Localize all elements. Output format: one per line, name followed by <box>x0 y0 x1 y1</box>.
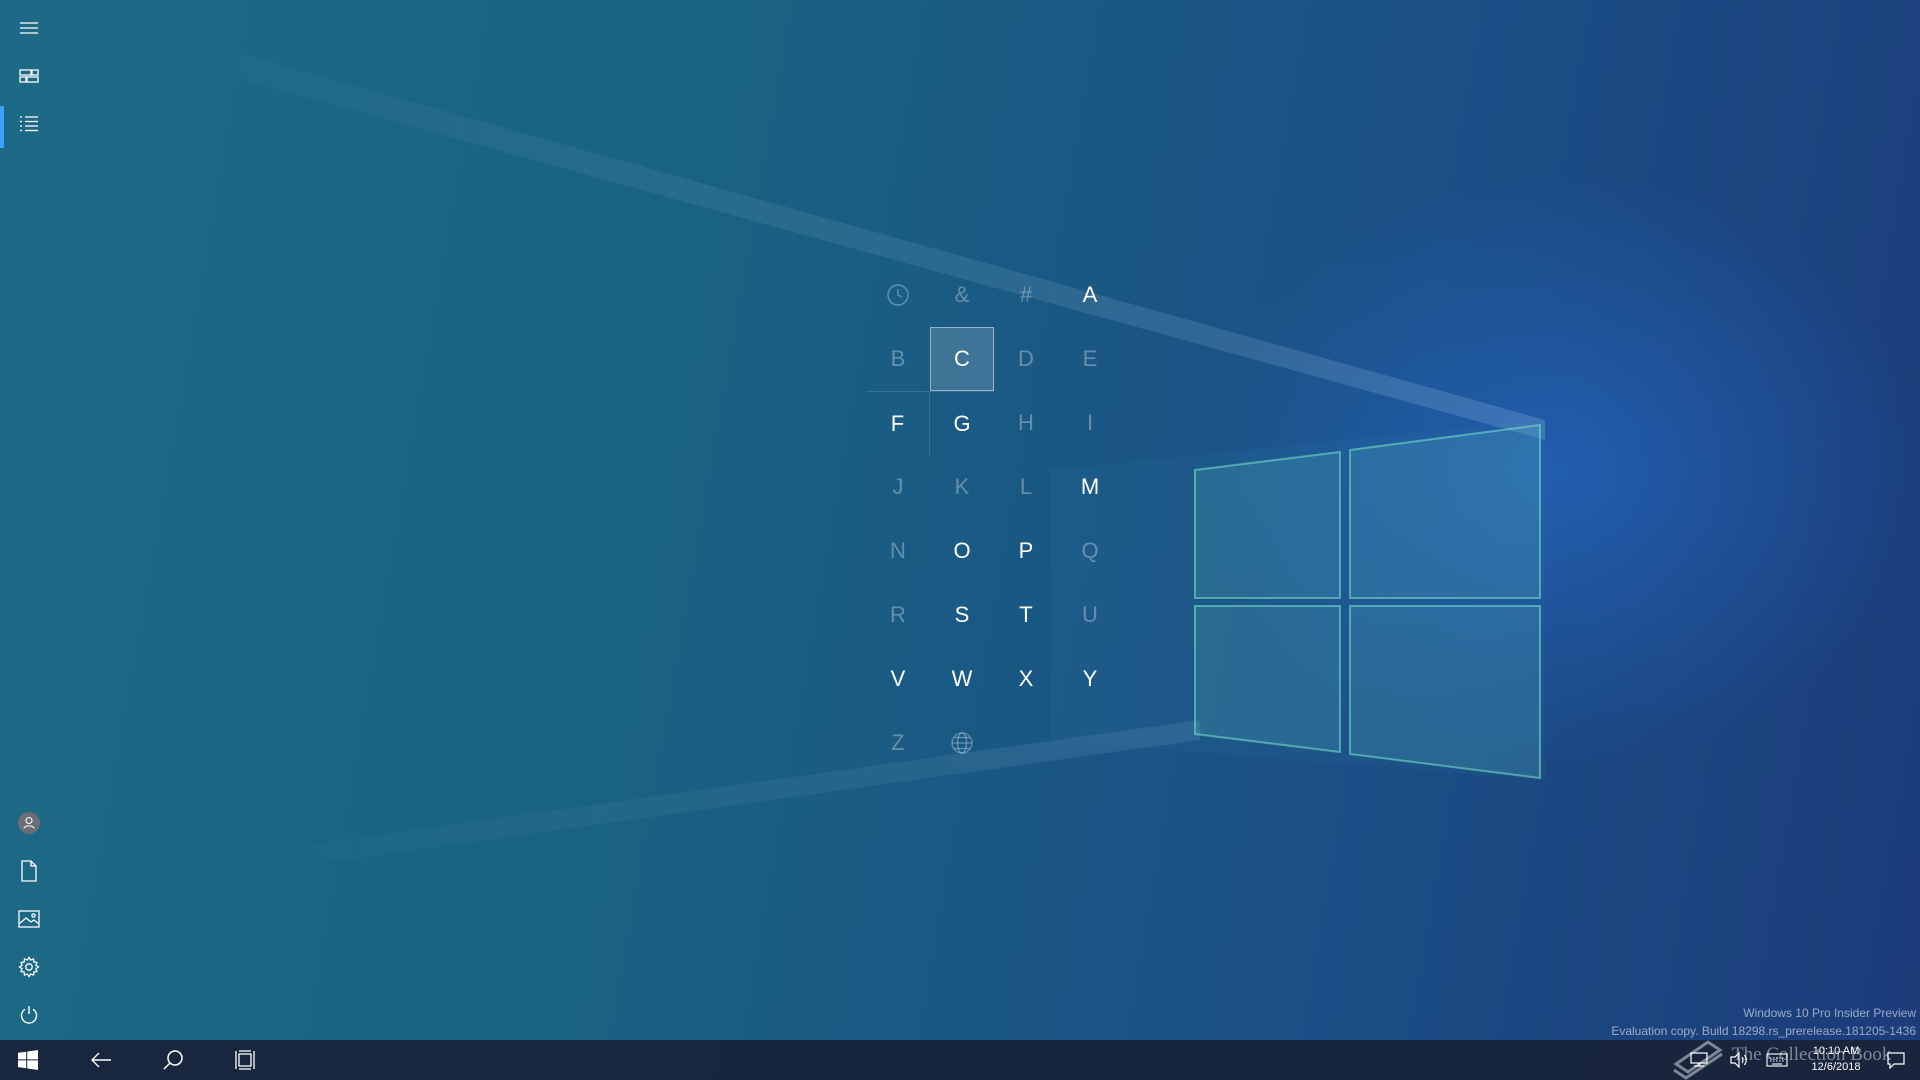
brand-logo-icon <box>1673 1040 1723 1080</box>
jump-letter-ampersand: & <box>954 282 970 307</box>
jump-letter-b: B <box>890 346 906 371</box>
jump-letter-t[interactable]: T <box>994 583 1058 647</box>
documents-icon[interactable] <box>0 847 58 895</box>
jump-letter-z: Z <box>891 730 905 755</box>
clock-icon <box>866 263 930 327</box>
watermark-edition: Windows 10 Pro Insider Preview <box>1743 1006 1916 1020</box>
jump-letter-l: L <box>1019 474 1033 499</box>
back-arrow-icon[interactable] <box>66 1040 136 1080</box>
build-watermark: Windows 10 Pro Insider Preview Evaluatio… <box>1611 1004 1916 1040</box>
jump-letter-h: H <box>1018 410 1034 435</box>
jump-letter-o[interactable]: O <box>930 519 994 583</box>
jump-letter-a[interactable]: A <box>1058 263 1122 327</box>
jump-letter-r: R <box>890 602 906 627</box>
globe-icon <box>930 711 994 775</box>
jump-letter-n: N <box>890 538 906 563</box>
task-view-icon[interactable] <box>210 1040 280 1080</box>
wallpaper-windows-logo <box>1194 423 1541 780</box>
user-account-icon[interactable] <box>0 799 58 847</box>
search-icon[interactable] <box>138 1040 208 1080</box>
jump-letter-k: K <box>954 474 970 499</box>
jump-letter-q: Q <box>1081 538 1099 563</box>
jump-letter-y[interactable]: Y <box>1058 647 1122 711</box>
jump-letter-i: I <box>1086 410 1094 435</box>
watermark-build: Evaluation copy. Build 18298.rs_prerelea… <box>1611 1024 1916 1038</box>
settings-icon[interactable] <box>0 943 58 991</box>
brand-watermark-text: The Collection Book <box>1732 1044 1892 1065</box>
jump-letter-c[interactable]: C <box>930 327 994 391</box>
jump-letter-p[interactable]: P <box>994 519 1058 583</box>
jump-letter-v[interactable]: V <box>866 647 930 711</box>
all-apps-list-icon[interactable] <box>0 100 58 148</box>
power-icon[interactable] <box>0 991 58 1039</box>
jump-letter-d: D <box>1018 346 1034 371</box>
pictures-icon[interactable] <box>0 895 58 943</box>
jump-letter-hash: # <box>1019 282 1033 307</box>
jump-letter-s[interactable]: S <box>930 583 994 647</box>
taskbar: 10:10 AM 12/6/2018 <box>0 1040 1920 1080</box>
jump-letter-e: E <box>1082 346 1098 371</box>
jump-letter-w[interactable]: W <box>930 647 994 711</box>
jump-letter-u: U <box>1082 602 1098 627</box>
start-button[interactable] <box>0 1040 56 1080</box>
start-left-rail <box>0 0 58 1040</box>
jump-letter-f[interactable]: F <box>866 391 930 455</box>
jump-letter-m[interactable]: M <box>1058 455 1122 519</box>
jump-letter-g[interactable]: G <box>930 391 994 455</box>
tiles-icon[interactable] <box>0 52 58 100</box>
alphabet-jump-list: & # A B C D E F G H I J K L M N O P Q R S T U V W X Y Z <box>866 263 1122 775</box>
jump-letter-j: J <box>892 474 904 499</box>
jump-letter-x[interactable]: X <box>994 647 1058 711</box>
hamburger-menu-icon[interactable] <box>0 4 58 52</box>
